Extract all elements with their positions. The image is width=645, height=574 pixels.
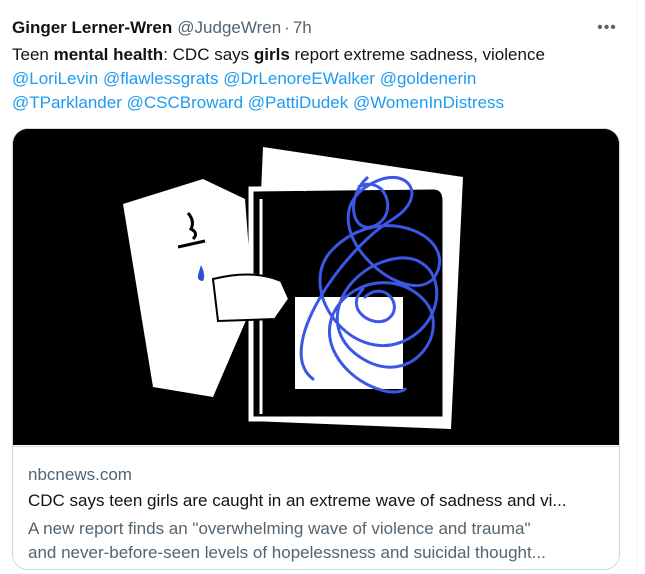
link-card[interactable]: nbcnews.com CDC says teen girls are caug… [12,128,620,570]
bold-text-segment: girls [253,45,290,64]
mention-link[interactable]: @flawlessgrats [103,69,219,88]
mention-link[interactable]: @goldenerin [380,69,477,88]
mention-link[interactable]: @PattiDudek [248,93,348,112]
tweet-line-2: @LoriLevin @flawlessgrats @DrLenoreEWalk… [12,67,622,91]
tweet-line-3: @TParklander @CSCBroward @PattiDudek @Wo… [12,91,622,115]
tweet-header: Ginger Lerner-Wren @JudgeWren · 7h [12,16,312,40]
card-image[interactable] [13,129,619,445]
card-title: CDC says teen girls are caught in an ext… [28,491,567,510]
author-name[interactable]: Ginger Lerner-Wren [12,18,172,38]
ellipsis-icon: ••• [597,19,617,36]
timestamp[interactable]: 7h [293,18,312,38]
card-description-line: A new report finds an "overwhelming wave… [28,519,531,538]
mention-link[interactable]: @TParklander [12,93,122,112]
pocket [295,297,403,389]
mention-link[interactable]: @WomenInDistress [353,93,504,112]
mention-link[interactable]: @CSCBroward [127,93,243,112]
card-meta[interactable]: nbcnews.com CDC says teen girls are caug… [13,446,619,562]
mention-link[interactable]: @DrLenoreEWalker [223,69,375,88]
illustration [13,129,619,445]
text-segment: Teen [12,45,54,64]
card-domain: nbcnews.com [28,465,132,484]
card-description: A new report finds an "overwhelming wave… [28,517,608,565]
more-options-button[interactable]: ••• [594,18,620,38]
author-handle[interactable]: @JudgeWren [177,18,281,38]
tweet-line-1: Teen mental health: CDC says girls repor… [12,43,622,67]
text-segment: : CDC says [163,45,254,64]
card-description-line: and never-before-seen levels of hopeless… [28,543,546,562]
text-segment: report extreme sadness, violence [289,45,545,64]
mention-link[interactable]: @LoriLevin [12,69,98,88]
timeline-divider [636,0,637,574]
tweet-text: Teen mental health: CDC says girls repor… [12,43,622,115]
bold-text-segment: mental health [53,45,164,64]
hand [211,273,291,323]
separator-dot: · [284,18,290,37]
